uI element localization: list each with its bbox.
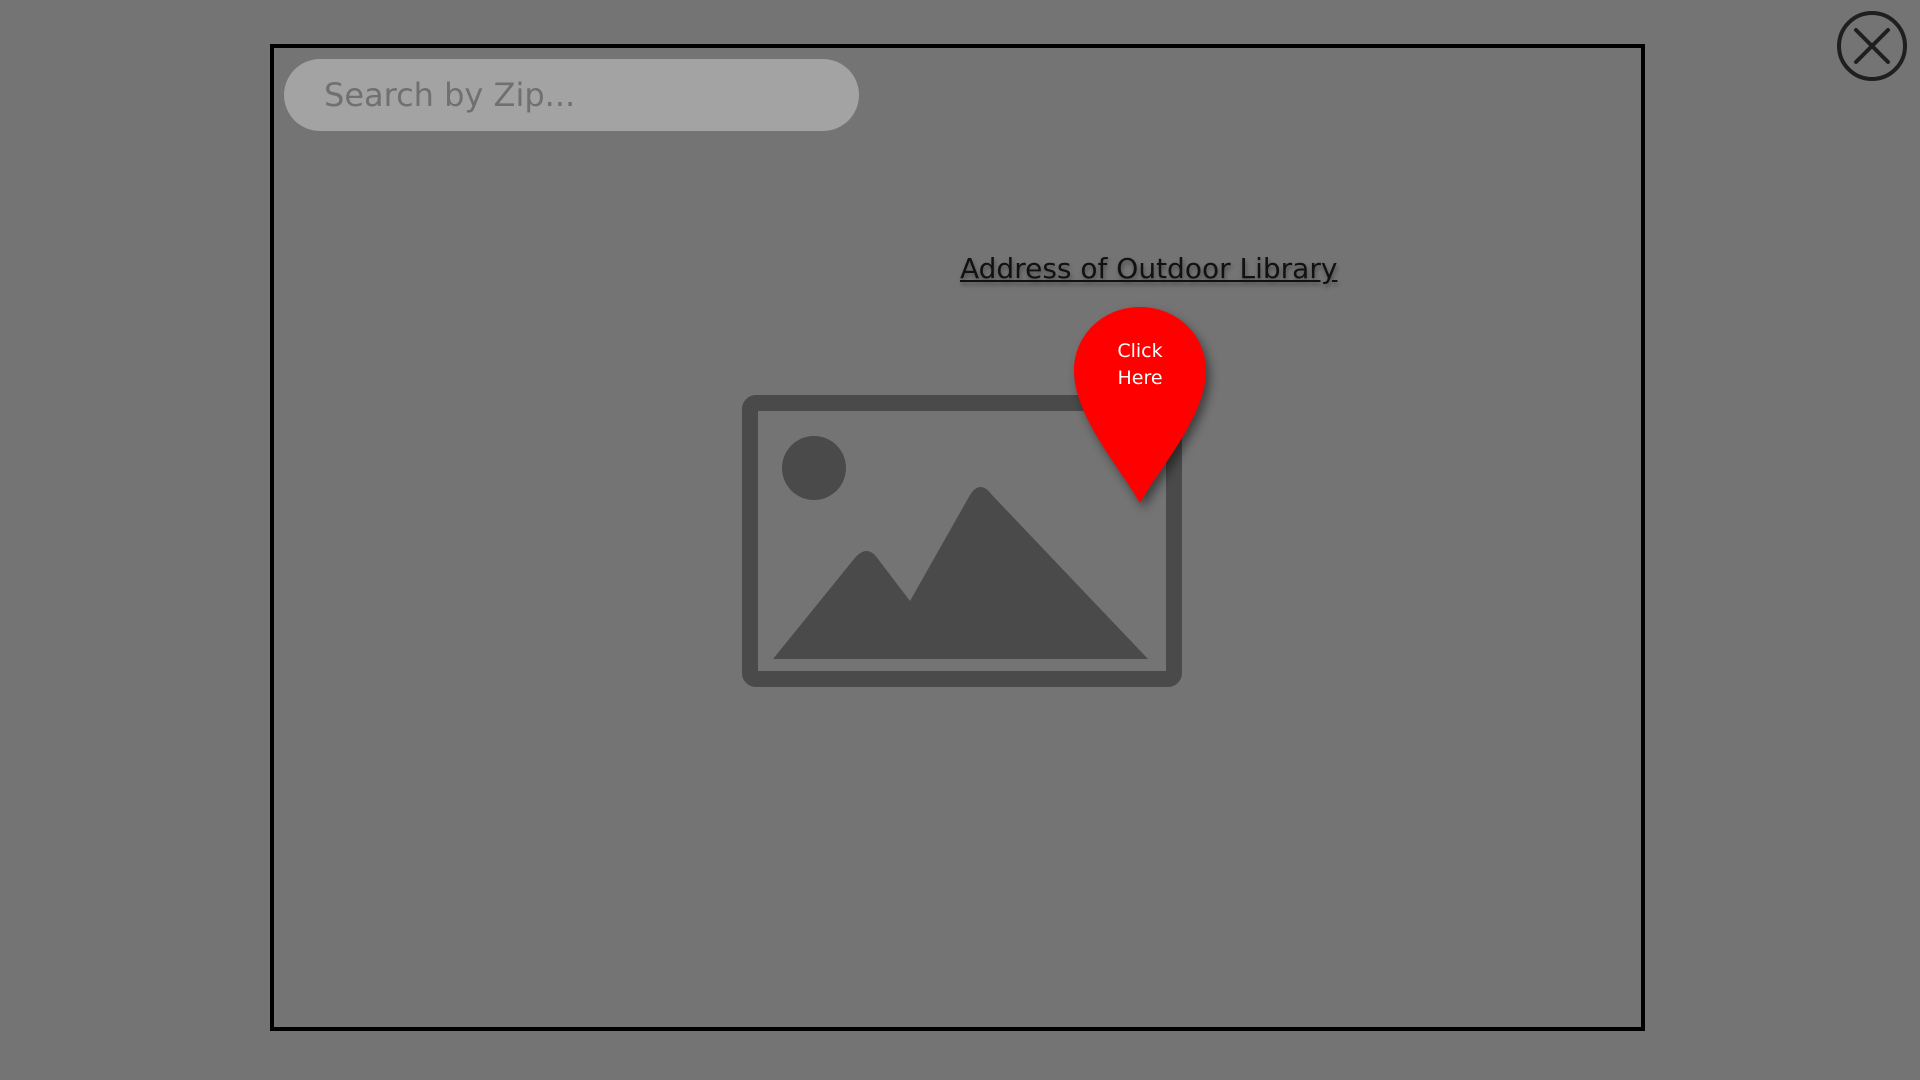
pin-label-line2: Here	[1117, 367, 1163, 389]
map-pin-marker[interactable]: Click Here	[1072, 305, 1208, 505]
close-circle-icon	[1837, 11, 1907, 81]
location-pin-icon	[1074, 307, 1206, 503]
outdoor-library-address-link[interactable]: Address of Outdoor Library	[960, 252, 1337, 285]
close-button[interactable]	[1836, 10, 1908, 82]
zip-search-input[interactable]	[284, 59, 859, 131]
modal-overlay: Address of Outdoor Library Click Here	[0, 0, 1920, 1080]
pin-label-line1: Click	[1117, 340, 1163, 362]
pin-label: Click Here	[1072, 338, 1208, 392]
